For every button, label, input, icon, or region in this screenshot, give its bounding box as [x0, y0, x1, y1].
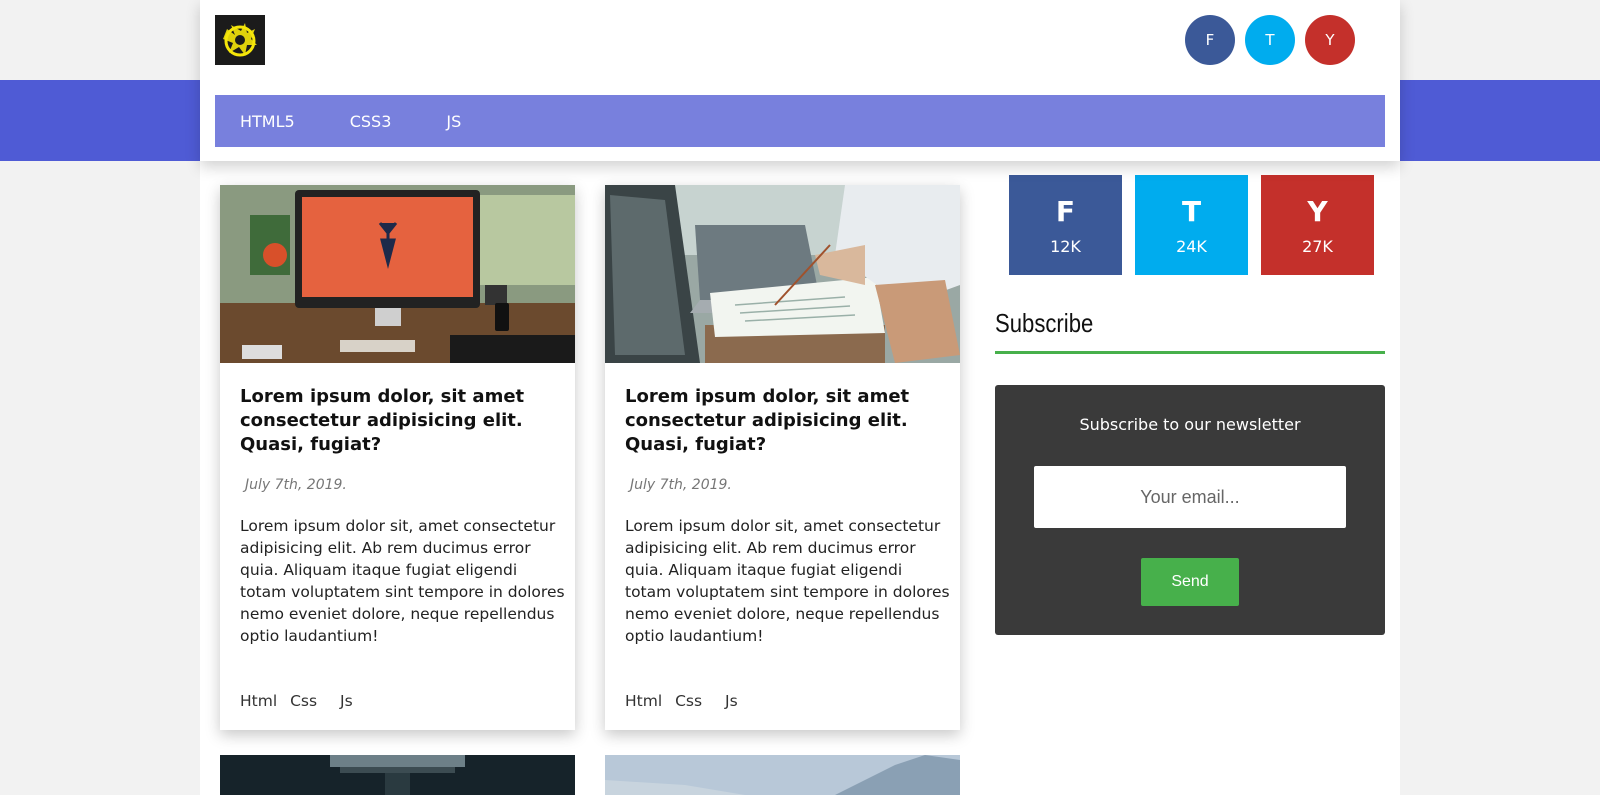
twitter-circle-button[interactable]: T — [1245, 15, 1295, 65]
card-tags: Html Css Js — [240, 692, 361, 710]
twitter-stat-letter: T — [1181, 195, 1202, 228]
card-body: Lorem ipsum dolor sit, amet consectetur … — [240, 517, 565, 645]
article-card[interactable]: Lorem ipsum dolor, sit amet consectetur … — [605, 185, 960, 730]
tag-css[interactable]: Css — [675, 692, 702, 710]
youtube-circle-button[interactable]: Y — [1305, 15, 1355, 65]
newsletter-label: Subscribe to our newsletter — [1079, 415, 1301, 434]
card-body: Lorem ipsum dolor sit, amet consectetur … — [625, 517, 950, 645]
desk-computer-photo[interactable] — [220, 185, 575, 363]
dragon-emblem-icon[interactable] — [215, 15, 265, 65]
tag-js[interactable]: Js — [725, 692, 738, 710]
card-date: July 7th, 2019. — [630, 477, 732, 493]
laptop-notes-photo[interactable] — [605, 185, 960, 363]
card-tags: Html Css Js — [625, 692, 746, 710]
youtube-circle-label: Y — [1325, 31, 1335, 49]
main-nav: HTML5 CSS3 JS — [215, 95, 1385, 147]
article-card-image-partial[interactable] — [220, 755, 575, 795]
tag-js[interactable]: Js — [340, 692, 353, 710]
subscribe-divider — [995, 351, 1385, 354]
twitter-stat-box[interactable]: T 24K — [1135, 175, 1248, 275]
tag-css[interactable]: Css — [290, 692, 317, 710]
twitter-circle-label: T — [1265, 31, 1275, 49]
card-title[interactable]: Lorem ipsum dolor, sit amet consectetur … — [625, 385, 945, 457]
email-field[interactable] — [1034, 466, 1346, 528]
nav-item-html5[interactable]: HTML5 — [240, 112, 295, 131]
send-button[interactable]: Send — [1141, 558, 1239, 606]
facebook-circle-button[interactable]: F — [1185, 15, 1235, 65]
facebook-circle-label: F — [1205, 31, 1215, 49]
facebook-stat-count: 12K — [1050, 237, 1081, 256]
site-header: F T Y HTML5 CSS3 JS — [200, 0, 1400, 161]
nav-item-js[interactable]: JS — [446, 112, 461, 131]
tag-html[interactable]: Html — [240, 692, 277, 710]
card-title[interactable]: Lorem ipsum dolor, sit amet consectetur … — [240, 385, 560, 457]
youtube-stat-letter: Y — [1307, 195, 1328, 228]
article-card[interactable]: Lorem ipsum dolor, sit amet consectetur … — [220, 185, 575, 730]
youtube-stat-count: 27K — [1302, 237, 1333, 256]
nav-item-css3[interactable]: CSS3 — [350, 112, 392, 131]
facebook-stat-letter: F — [1055, 195, 1076, 228]
youtube-stat-box[interactable]: Y 27K — [1261, 175, 1374, 275]
article-card-image-partial[interactable] — [605, 755, 960, 795]
subscribe-heading: Subscribe — [995, 308, 1094, 338]
newsletter-box: Subscribe to our newsletter Send — [995, 385, 1385, 635]
tag-html[interactable]: Html — [625, 692, 662, 710]
twitter-stat-count: 24K — [1176, 237, 1207, 256]
facebook-stat-box[interactable]: F 12K — [1009, 175, 1122, 275]
card-date: July 7th, 2019. — [245, 477, 347, 493]
